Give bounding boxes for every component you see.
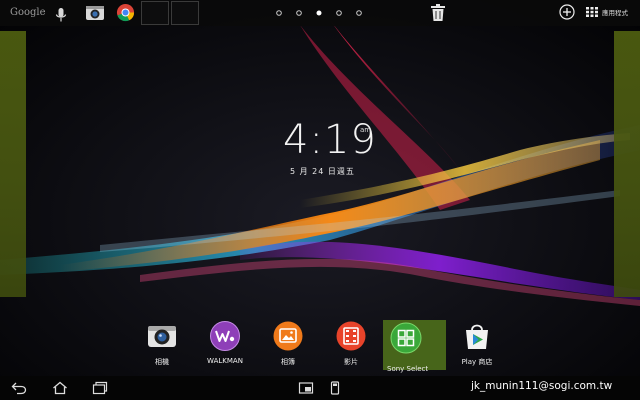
empty-shortcut-slot[interactable]: [141, 1, 169, 25]
camera-shortcut-icon[interactable]: [85, 3, 105, 23]
page-dot: [356, 10, 362, 16]
dock-label: 相簿: [281, 358, 295, 366]
page-dot: [296, 10, 302, 16]
recent-apps-icon[interactable]: [92, 381, 108, 395]
dock-label: WALKMAN: [207, 357, 243, 365]
album-icon: [273, 321, 303, 351]
page-dot: [336, 10, 342, 16]
next-page-edge[interactable]: [614, 31, 640, 297]
dock-item-walkman[interactable]: WALKMAN: [194, 318, 256, 374]
dock-label: 影片: [344, 358, 358, 366]
clock-time[interactable]: 4:19: [283, 118, 377, 162]
home-icon[interactable]: [52, 381, 68, 395]
back-icon[interactable]: [11, 381, 27, 395]
dock-label: 相機: [155, 358, 169, 366]
apps-button[interactable]: 應用程式: [586, 5, 638, 21]
dock-item-album[interactable]: 相簿: [257, 318, 319, 374]
dock-item-sony-select[interactable]: Sony Select: [383, 320, 446, 373]
sony-select-icon: [390, 322, 422, 354]
dock-label: Sony Select: [387, 365, 429, 373]
page-indicator: [276, 10, 362, 16]
dock-label: Play 商店: [461, 358, 493, 366]
trash-icon[interactable]: [430, 3, 446, 22]
previous-page-edge[interactable]: [0, 31, 26, 297]
clock-ampm: am: [360, 126, 372, 134]
empty-shortcut-slot[interactable]: [171, 1, 199, 25]
google-search-label: Google: [10, 7, 46, 18]
google-search-widget[interactable]: Google: [4, 3, 70, 22]
dock-item-movies[interactable]: 影片: [320, 318, 382, 374]
apps-grid-icon: [586, 7, 598, 17]
page-dot: [276, 10, 282, 16]
top-bar: Google 應用程式: [0, 0, 640, 26]
chrome-icon[interactable]: [116, 3, 135, 22]
small-app-calculator-icon[interactable]: [327, 381, 343, 395]
small-app-window-icon[interactable]: [298, 381, 314, 395]
play-store-icon: [466, 324, 488, 349]
add-icon[interactable]: [559, 4, 575, 20]
movies-icon: [336, 321, 366, 351]
clock-date: 5 月 24 日週五: [290, 167, 355, 176]
apps-label: 應用程式: [602, 9, 628, 17]
page-dot-current: [316, 10, 322, 16]
camera-icon: [148, 326, 176, 347]
watermark-text: jk_munin111@sogi.com.tw: [471, 380, 613, 392]
dock-item-camera[interactable]: 相機: [131, 318, 193, 374]
dock-item-play-store[interactable]: Play 商店: [446, 318, 508, 374]
microphone-icon[interactable]: [54, 7, 68, 23]
walkman-icon: [210, 321, 240, 351]
